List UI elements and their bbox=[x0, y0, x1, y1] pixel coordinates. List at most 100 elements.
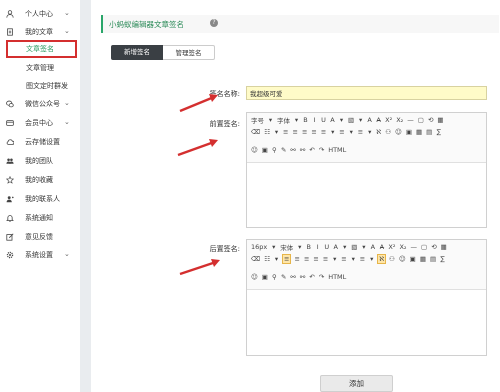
toolbar-button[interactable]: ☷ bbox=[263, 254, 271, 264]
sidebar-item-system-notifications[interactable]: 系统通知 bbox=[0, 211, 80, 225]
tab-manage-signature[interactable]: 管理签名 bbox=[163, 45, 215, 60]
toolbar-button[interactable]: ✎ bbox=[280, 145, 287, 155]
signature-name-input[interactable] bbox=[246, 86, 487, 100]
toolbar-button[interactable]: ≡ bbox=[338, 127, 345, 137]
toolbar-button[interactable]: ≡ bbox=[291, 127, 298, 137]
toolbar-button[interactable]: ≡ bbox=[340, 254, 347, 264]
toolbar-button[interactable]: ▤ bbox=[425, 127, 433, 137]
sidebar-item-my-team[interactable]: 我的团队 bbox=[0, 154, 80, 168]
toolbar-button[interactable]: ▢ bbox=[420, 242, 428, 252]
toolbar-button[interactable]: ☷ bbox=[263, 127, 271, 137]
toolbar-button[interactable]: 宋体 bbox=[279, 242, 294, 252]
toolbar-button[interactable]: ▾ bbox=[360, 242, 367, 252]
toolbar-button[interactable]: B bbox=[305, 242, 312, 252]
toolbar-button[interactable]: 16px bbox=[250, 242, 268, 252]
add-button[interactable]: 添加 bbox=[320, 375, 393, 392]
toolbar-button[interactable]: ▾ bbox=[368, 254, 375, 264]
toolbar-button[interactable]: ≡ bbox=[312, 254, 319, 264]
toolbar-button[interactable]: ▾ bbox=[331, 254, 338, 264]
toolbar-button[interactable]: ▧ bbox=[347, 115, 355, 125]
toolbar-button[interactable]: ✎ bbox=[280, 272, 287, 282]
toolbar-button[interactable]: HTML bbox=[327, 272, 347, 282]
toolbar-button[interactable]: ▾ bbox=[338, 115, 345, 125]
sidebar-item-scheduled-broadcast[interactable]: 图文定时群发 bbox=[0, 79, 80, 93]
sidebar-item-wechat-account[interactable]: 微信公众号 ⌄ bbox=[0, 97, 80, 111]
toolbar-button[interactable]: ▢ bbox=[417, 115, 425, 125]
toolbar-button[interactable]: I bbox=[311, 115, 318, 125]
help-icon[interactable]: ? bbox=[210, 19, 218, 27]
sidebar-item-my-favorites[interactable]: 我的收藏 bbox=[0, 173, 80, 187]
toolbar-button[interactable]: ▾ bbox=[273, 127, 280, 137]
sidebar-item-article-management[interactable]: 文章管理 bbox=[0, 61, 80, 75]
toolbar-button[interactable]: ⟲ bbox=[430, 242, 437, 252]
toolbar-button[interactable]: ≡ bbox=[357, 127, 364, 137]
toolbar-button[interactable]: — bbox=[406, 115, 415, 125]
toolbar-button[interactable]: ▣ bbox=[261, 145, 269, 155]
sidebar-item-system-settings[interactable]: 系统设置 ⌄ bbox=[0, 248, 80, 262]
toolbar-button[interactable]: X₂ bbox=[395, 115, 404, 125]
tab-add-signature[interactable]: 新增签名 bbox=[111, 45, 163, 60]
toolbar-button[interactable]: I bbox=[314, 242, 321, 252]
toolbar-button[interactable]: ∑ bbox=[435, 127, 442, 137]
toolbar-button[interactable]: ℵ bbox=[377, 254, 387, 264]
toolbar-button[interactable]: ↷ bbox=[318, 272, 325, 282]
toolbar-button[interactable]: ⚯ bbox=[289, 272, 296, 282]
toolbar-button[interactable]: X₂ bbox=[398, 242, 407, 252]
toolbar-button[interactable]: U bbox=[323, 242, 330, 252]
toolbar-button[interactable]: ▾ bbox=[329, 127, 336, 137]
toolbar-button[interactable]: ☺ bbox=[398, 254, 407, 264]
toolbar-button[interactable]: ≡ bbox=[322, 254, 329, 264]
toolbar-button[interactable]: ≡ bbox=[320, 127, 327, 137]
toolbar-button[interactable]: ≡ bbox=[310, 127, 317, 137]
sidebar-item-member-center[interactable]: 会员中心 ⌄ bbox=[0, 116, 80, 130]
toolbar-button[interactable]: HTML bbox=[327, 145, 347, 155]
pre-signature-content[interactable] bbox=[247, 164, 486, 227]
toolbar-button[interactable]: — bbox=[410, 242, 419, 252]
toolbar-button[interactable]: ⚯ bbox=[289, 145, 296, 155]
toolbar-button[interactable]: ⚯ bbox=[299, 145, 306, 155]
toolbar-button[interactable]: ▾ bbox=[296, 242, 303, 252]
toolbar-button[interactable]: ⚇ bbox=[388, 254, 396, 264]
sidebar-item-my-articles[interactable]: 我的文章 ⌄ bbox=[0, 25, 80, 39]
toolbar-button[interactable]: ▦ bbox=[436, 115, 444, 125]
toolbar-button[interactable]: X² bbox=[387, 242, 396, 252]
sidebar-item-cloud-storage[interactable]: 云存储设置 bbox=[0, 135, 80, 149]
toolbar-button[interactable]: ▣ bbox=[405, 127, 413, 137]
toolbar-button[interactable]: ↶ bbox=[308, 272, 315, 282]
toolbar-button[interactable]: ⚲ bbox=[271, 272, 278, 282]
sidebar-item-feedback[interactable]: 意见反馈 bbox=[0, 230, 80, 244]
toolbar-button[interactable]: ≡ bbox=[301, 127, 308, 137]
toolbar-button[interactable]: ▾ bbox=[273, 254, 280, 264]
toolbar-button[interactable]: ▤ bbox=[429, 254, 437, 264]
toolbar-button[interactable]: ▾ bbox=[348, 127, 355, 137]
toolbar-button[interactable]: ↷ bbox=[318, 145, 325, 155]
toolbar-button[interactable]: 字号 bbox=[250, 115, 265, 125]
toolbar-button[interactable]: ≡ bbox=[303, 254, 310, 264]
sidebar-item-my-contacts[interactable]: 我的联系人 bbox=[0, 192, 80, 206]
toolbar-button[interactable]: ▾ bbox=[270, 242, 277, 252]
post-signature-content[interactable] bbox=[247, 291, 486, 355]
toolbar-button[interactable]: ℵ bbox=[375, 127, 382, 137]
toolbar-button[interactable]: ▦ bbox=[440, 242, 448, 252]
toolbar-button[interactable]: ▾ bbox=[341, 242, 348, 252]
toolbar-button[interactable]: ▦ bbox=[419, 254, 427, 264]
toolbar-button[interactable]: ≡ bbox=[293, 254, 300, 264]
toolbar-button[interactable]: ≡ bbox=[282, 127, 289, 137]
toolbar-button[interactable]: ∑ bbox=[439, 254, 446, 264]
toolbar-button[interactable]: A bbox=[329, 115, 336, 125]
toolbar-button[interactable]: B bbox=[302, 115, 309, 125]
toolbar-button[interactable]: ↶ bbox=[308, 145, 315, 155]
toolbar-button[interactable]: ▧ bbox=[350, 242, 358, 252]
toolbar-button[interactable]: ▣ bbox=[409, 254, 417, 264]
toolbar-button[interactable]: ≡ bbox=[359, 254, 366, 264]
toolbar-button[interactable]: A bbox=[332, 242, 339, 252]
toolbar-button[interactable]: ≡ bbox=[282, 254, 292, 264]
toolbar-button[interactable]: ▾ bbox=[350, 254, 357, 264]
toolbar-button[interactable]: ☺ bbox=[250, 272, 259, 282]
toolbar-button[interactable]: ☺ bbox=[394, 127, 403, 137]
toolbar-button[interactable]: X² bbox=[384, 115, 393, 125]
toolbar-button[interactable]: ☺ bbox=[250, 145, 259, 155]
toolbar-button[interactable]: A̶ bbox=[378, 242, 385, 252]
toolbar-button[interactable]: ▾ bbox=[366, 127, 373, 137]
toolbar-button[interactable]: ▾ bbox=[293, 115, 300, 125]
